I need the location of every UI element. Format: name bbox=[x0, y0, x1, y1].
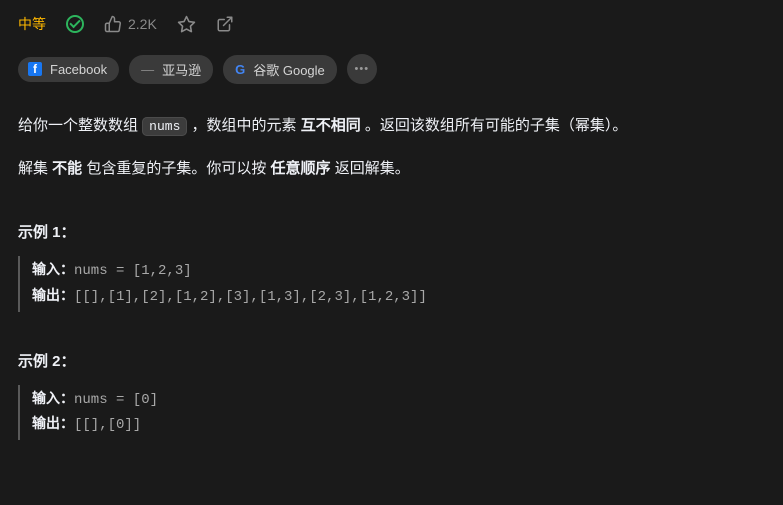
description-paragraph: 给你一个整数数组 nums ，数组中的元素 互不相同 。返回该数组所有可能的子集… bbox=[18, 112, 765, 141]
example-block: 输入：nums = [1,2,3] 输出：[[],[1],[2],[1,2],[… bbox=[18, 256, 765, 312]
problem-description: 给你一个整数数组 nums ，数组中的元素 互不相同 。返回该数组所有可能的子集… bbox=[18, 112, 765, 183]
tag-label: 谷歌 Google bbox=[253, 60, 325, 79]
example-section: 示例 1： 输入：nums = [1,2,3] 输出：[[],[1],[2],[… bbox=[18, 221, 765, 440]
like-count: 2.2K bbox=[128, 16, 157, 32]
facebook-icon: f bbox=[28, 62, 42, 76]
example-output: 输出：[[],[0]] bbox=[32, 412, 765, 438]
more-tags-button[interactable]: ••• bbox=[347, 54, 377, 84]
example-input: 输入：nums = [1,2,3] bbox=[32, 258, 765, 284]
topbar: 中等 2.2K bbox=[18, 14, 765, 34]
example-input: 输入：nums = [0] bbox=[32, 387, 765, 413]
example-output: 输出：[[],[1],[2],[1,2],[3],[1,3],[2,3],[1,… bbox=[32, 284, 765, 310]
example-heading: 示例 1： bbox=[18, 221, 765, 242]
tag-label: Facebook bbox=[50, 62, 107, 77]
difficulty-label: 中等 bbox=[18, 14, 46, 34]
company-tags: f Facebook — 亚马逊 G 谷歌 Google ••• bbox=[18, 54, 765, 84]
share-button[interactable] bbox=[216, 15, 234, 33]
google-icon: G bbox=[235, 63, 245, 76]
example-heading: 示例 2： bbox=[18, 350, 765, 371]
company-tag-amazon[interactable]: — 亚马逊 bbox=[129, 55, 213, 84]
check-icon bbox=[66, 15, 84, 33]
company-tag-facebook[interactable]: f Facebook bbox=[18, 57, 119, 82]
favorite-button[interactable] bbox=[177, 15, 196, 34]
thumbs-up-icon bbox=[104, 15, 122, 33]
share-icon bbox=[216, 15, 234, 33]
star-icon bbox=[177, 15, 196, 34]
solved-status[interactable] bbox=[66, 15, 84, 33]
tag-label: 亚马逊 bbox=[162, 60, 201, 79]
company-tag-google[interactable]: G 谷歌 Google bbox=[223, 55, 337, 84]
like-button[interactable]: 2.2K bbox=[104, 15, 157, 33]
inline-code-nums: nums bbox=[142, 117, 187, 136]
description-paragraph: 解集 不能 包含重复的子集。你可以按 任意顺序 返回解集。 bbox=[18, 155, 765, 184]
amazon-icon: — bbox=[141, 62, 154, 77]
example-block: 输入：nums = [0] 输出：[[],[0]] bbox=[18, 385, 765, 441]
